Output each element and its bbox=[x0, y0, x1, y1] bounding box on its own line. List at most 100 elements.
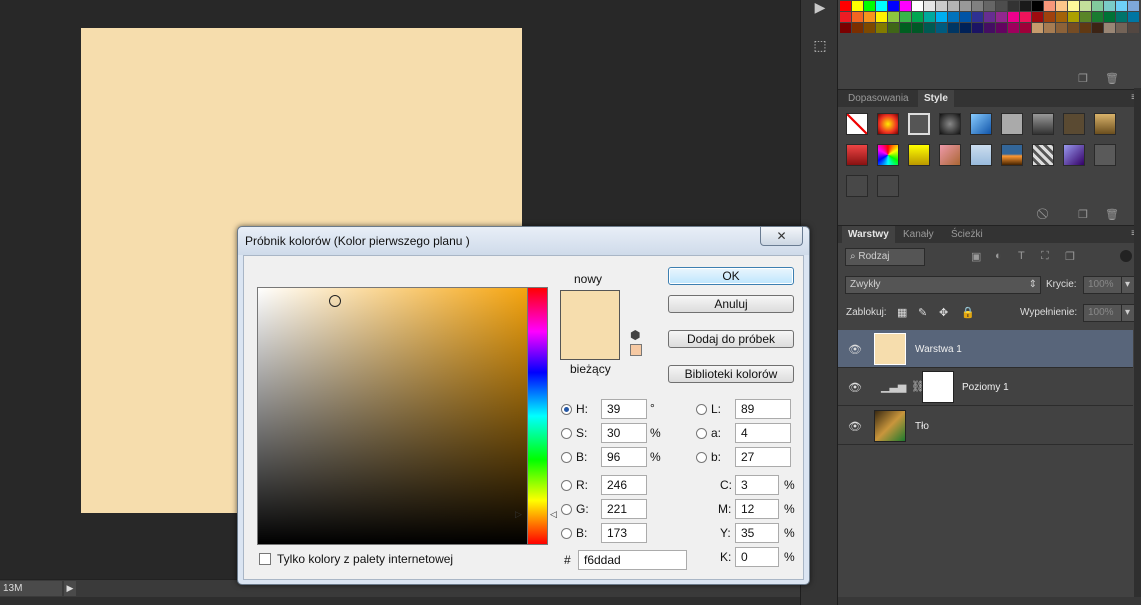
play-actions-icon[interactable]: ▶ bbox=[809, 0, 831, 18]
swatch-cell[interactable] bbox=[900, 1, 911, 11]
style-preset-cell[interactable] bbox=[908, 144, 930, 166]
green-radio[interactable] bbox=[561, 504, 572, 515]
swatch-cell[interactable] bbox=[936, 1, 947, 11]
color-libraries-button[interactable]: Biblioteki kolorów bbox=[668, 365, 794, 383]
swatch-cell[interactable] bbox=[1128, 12, 1139, 22]
swatch-cell[interactable] bbox=[1008, 12, 1019, 22]
style-preset-cell[interactable] bbox=[970, 113, 992, 135]
add-to-swatches-button[interactable]: Dodaj do próbek bbox=[668, 330, 794, 348]
yellow-input[interactable]: 35 bbox=[735, 523, 779, 543]
tab-adjustments[interactable]: Dopasowania bbox=[842, 90, 915, 108]
swatch-cell[interactable] bbox=[984, 12, 995, 22]
lightness-input[interactable]: 89 bbox=[735, 399, 791, 419]
swatch-cell[interactable] bbox=[1080, 12, 1091, 22]
style-preset-cell[interactable] bbox=[939, 113, 961, 135]
saturation-input[interactable]: 30 bbox=[601, 423, 647, 443]
current-color-swatch[interactable] bbox=[560, 327, 620, 360]
zoom-field[interactable]: 13M bbox=[0, 581, 62, 596]
magenta-input[interactable]: 12 bbox=[735, 499, 779, 519]
swatch-cell[interactable] bbox=[936, 23, 947, 33]
blue-input[interactable]: 173 bbox=[601, 523, 647, 543]
swatch-cell[interactable] bbox=[1092, 1, 1103, 11]
black-input[interactable]: 0 bbox=[735, 547, 779, 567]
swatch-cell[interactable] bbox=[924, 1, 935, 11]
swatch-cell[interactable] bbox=[1032, 12, 1043, 22]
tab-layers[interactable]: Warstwy bbox=[842, 226, 895, 244]
swatch-cell[interactable] bbox=[1104, 23, 1115, 33]
lock-all-icon[interactable]: 🔒 bbox=[961, 306, 975, 319]
swatch-cell[interactable] bbox=[1116, 12, 1127, 22]
style-preset-cell[interactable] bbox=[1032, 113, 1054, 135]
style-preset-cell[interactable] bbox=[1094, 144, 1116, 166]
cancel-button[interactable]: Anuluj bbox=[668, 295, 794, 313]
swatch-cell[interactable] bbox=[1080, 23, 1091, 33]
swatch-cell[interactable] bbox=[972, 1, 983, 11]
lock-move-icon[interactable]: ✥ bbox=[939, 306, 948, 319]
trash-icon[interactable]: 🗑 bbox=[1105, 72, 1119, 85]
lock-brush-icon[interactable]: ✎ bbox=[918, 306, 927, 319]
layer-name[interactable]: Tło bbox=[915, 421, 929, 432]
smart-object-filter-icon[interactable]: ❐ bbox=[1065, 250, 1075, 263]
swatch-cell[interactable] bbox=[1068, 23, 1079, 33]
opacity-input[interactable]: 100% bbox=[1083, 276, 1123, 294]
3d-cube-icon[interactable]: ⬚ bbox=[809, 34, 831, 56]
swatch-cell[interactable] bbox=[1068, 12, 1079, 22]
swatch-cell[interactable] bbox=[1044, 23, 1055, 33]
swatch-cell[interactable] bbox=[852, 23, 863, 33]
swatch-cell[interactable] bbox=[1056, 12, 1067, 22]
swatch-cell[interactable] bbox=[900, 23, 911, 33]
ok-button[interactable]: OK bbox=[668, 267, 794, 285]
tab-paths[interactable]: Ścieżki bbox=[945, 226, 989, 244]
swatch-cell[interactable] bbox=[1032, 23, 1043, 33]
swatch-cell[interactable] bbox=[1128, 1, 1139, 11]
new-swatch-icon[interactable]: ❐ bbox=[1078, 72, 1088, 85]
swatch-cell[interactable] bbox=[840, 1, 851, 11]
swatch-cell[interactable] bbox=[888, 12, 899, 22]
swatch-cell[interactable] bbox=[1008, 1, 1019, 11]
swatch-cell[interactable] bbox=[1068, 1, 1079, 11]
swatch-cell[interactable] bbox=[972, 23, 983, 33]
adjustment-filter-icon[interactable]: ◐ bbox=[995, 250, 1002, 262]
hue-radio[interactable] bbox=[561, 404, 572, 415]
swatch-cell[interactable] bbox=[864, 12, 875, 22]
swatch-cell[interactable] bbox=[864, 23, 875, 33]
hue-slider[interactable] bbox=[527, 287, 548, 545]
close-icon[interactable]: ✕ bbox=[760, 227, 803, 246]
filter-toggle-icon[interactable] bbox=[1120, 250, 1132, 262]
saturation-brightness-field[interactable] bbox=[257, 287, 544, 545]
style-preset-cell[interactable] bbox=[1063, 113, 1085, 135]
layer-row[interactable]: 👁 Tło bbox=[838, 407, 1133, 445]
style-preset-cell[interactable] bbox=[846, 175, 868, 197]
tab-channels[interactable]: Kanały bbox=[897, 226, 940, 244]
type-filter-icon[interactable]: T bbox=[1018, 250, 1025, 262]
b-channel-input[interactable]: 27 bbox=[735, 447, 791, 467]
swatch-cell[interactable] bbox=[948, 12, 959, 22]
brightness-radio[interactable] bbox=[561, 452, 572, 463]
eye-icon[interactable]: 👁 bbox=[848, 381, 862, 394]
web-safe-color-swatch[interactable] bbox=[630, 344, 642, 356]
swatch-cell[interactable] bbox=[876, 23, 887, 33]
swatch-cell[interactable] bbox=[948, 1, 959, 11]
green-input[interactable]: 221 bbox=[601, 499, 647, 519]
tab-styles[interactable]: Style bbox=[918, 90, 954, 108]
swatch-cell[interactable] bbox=[1044, 1, 1055, 11]
swatch-cell[interactable] bbox=[960, 12, 971, 22]
swatch-cell[interactable] bbox=[1080, 1, 1091, 11]
swatch-cell[interactable] bbox=[1020, 1, 1031, 11]
swatch-cell[interactable] bbox=[912, 23, 923, 33]
style-preset-cell[interactable] bbox=[1094, 113, 1116, 135]
style-preset-cell[interactable] bbox=[1063, 144, 1085, 166]
swatch-cell[interactable] bbox=[1020, 23, 1031, 33]
swatch-cell[interactable] bbox=[1056, 1, 1067, 11]
style-preset-cell[interactable] bbox=[908, 113, 930, 135]
swatch-cell[interactable] bbox=[1092, 12, 1103, 22]
style-preset-cell[interactable] bbox=[877, 113, 899, 135]
swatch-cell[interactable] bbox=[936, 12, 947, 22]
swatch-cell[interactable] bbox=[840, 12, 851, 22]
swatch-cell[interactable] bbox=[912, 1, 923, 11]
b-channel-radio[interactable] bbox=[696, 452, 707, 463]
swatch-cell[interactable] bbox=[852, 12, 863, 22]
swatch-cell[interactable] bbox=[1128, 23, 1139, 33]
web-safe-cube-icon[interactable]: ⬢ bbox=[630, 328, 640, 342]
swatch-cell[interactable] bbox=[960, 1, 971, 11]
